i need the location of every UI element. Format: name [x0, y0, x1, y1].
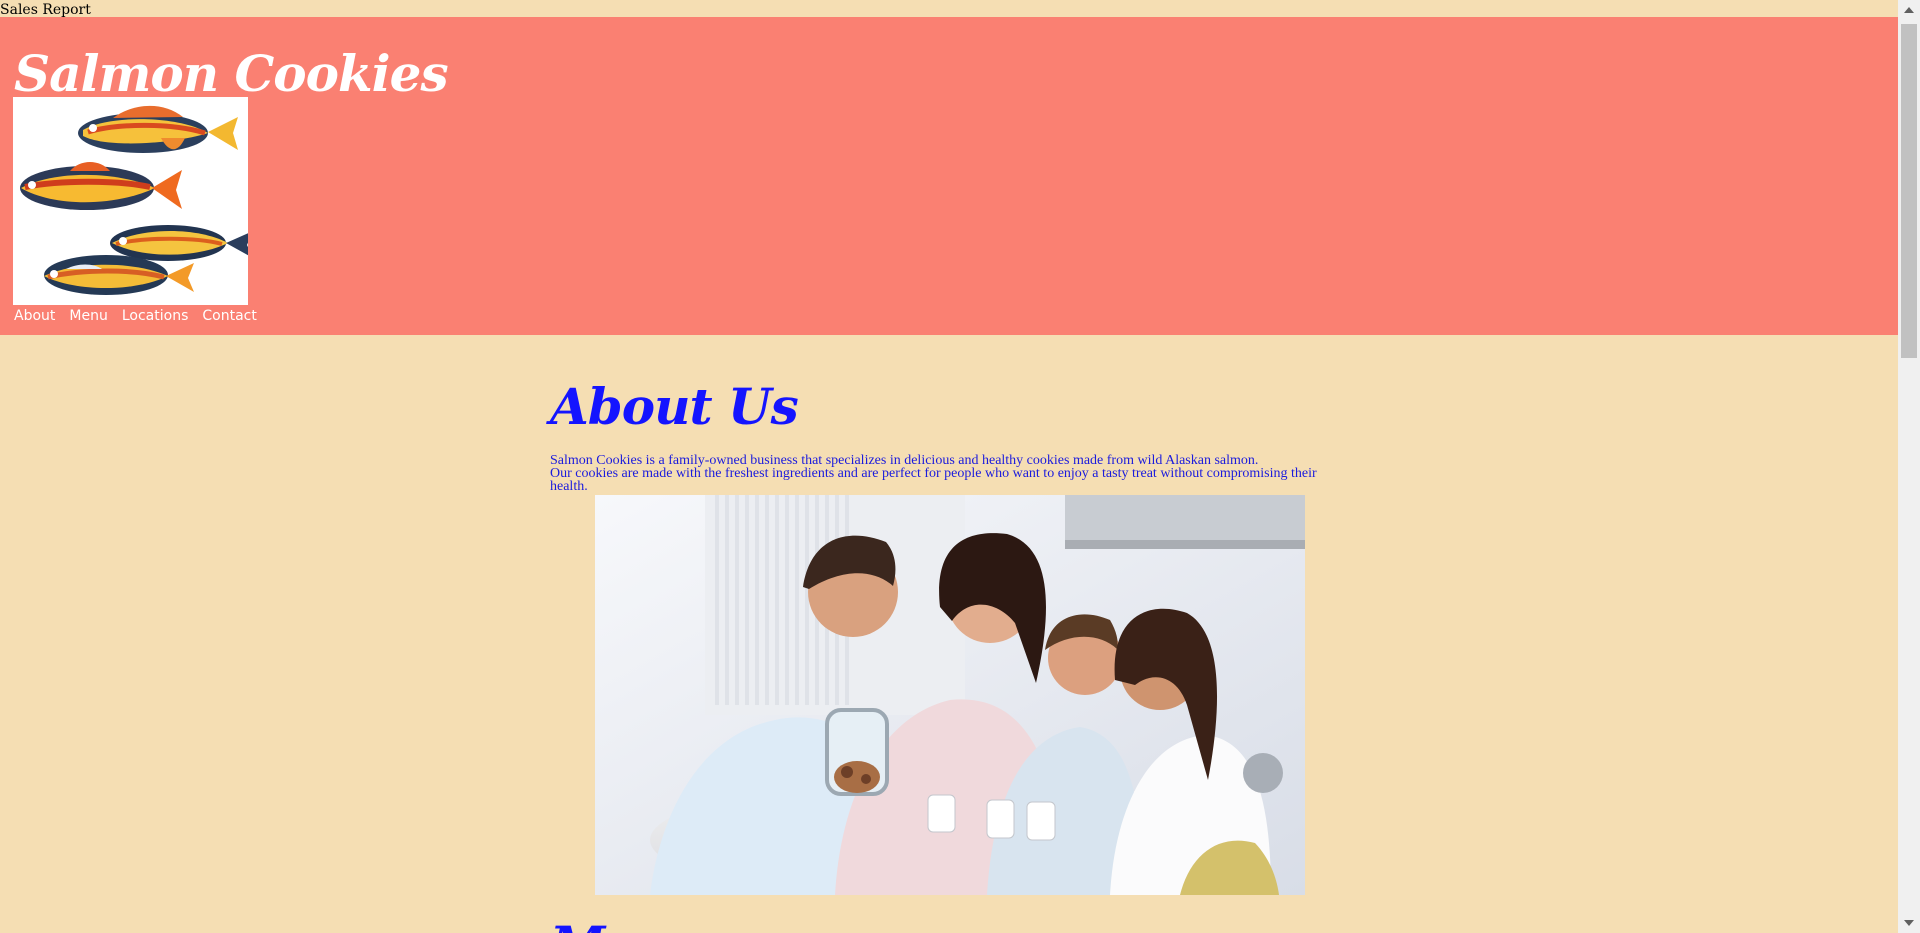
nav-about[interactable]: About	[14, 306, 55, 328]
about-line-2: Our cookies are made with the freshest i…	[550, 466, 1317, 494]
next-section-title: Menu	[550, 915, 710, 933]
vertical-scrollbar[interactable]	[1898, 0, 1920, 933]
scrollbar-thumb[interactable]	[1901, 24, 1917, 358]
site-header: Salmon Cookies About Menu Locations Cont…	[0, 17, 1898, 335]
about-description: Salmon Cookies is a family-owned busines…	[550, 454, 1330, 494]
family-photo	[595, 495, 1305, 895]
nav-menu[interactable]: Menu	[69, 306, 107, 328]
salmon-logo-icon	[13, 97, 248, 305]
family-kitchen-photo	[595, 495, 1305, 895]
nav-locations[interactable]: Locations	[122, 306, 189, 328]
nav-contact[interactable]: Contact	[202, 306, 256, 328]
scroll-down-arrow-icon[interactable]	[1898, 913, 1920, 933]
salmon-fish-illustration	[13, 97, 248, 305]
scroll-up-arrow-icon[interactable]	[1898, 0, 1920, 20]
sales-report-link[interactable]: Sales Report	[0, 0, 1898, 18]
main-nav: About Menu Locations Contact	[14, 306, 257, 328]
page: Sales Report Salmon Cookies About Menu L…	[0, 0, 1898, 933]
main-content: About Us Salmon Cookies is a family-owne…	[550, 335, 1330, 933]
browser-viewport: Sales Report Salmon Cookies About Menu L…	[0, 0, 1920, 933]
about-title: About Us	[550, 377, 799, 436]
